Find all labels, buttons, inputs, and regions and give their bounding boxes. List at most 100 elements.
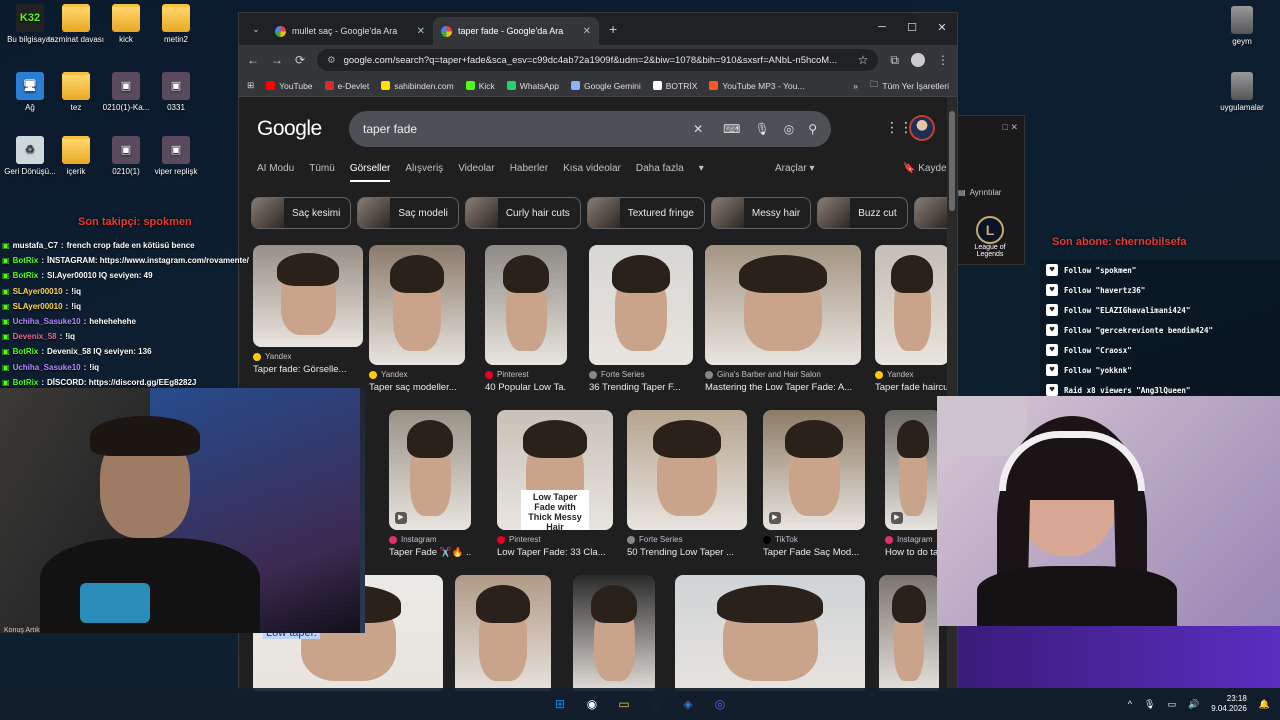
url-field[interactable]: ⚙ google.com/search?q=taper+fade&sca_esv…: [317, 49, 879, 71]
image-result[interactable]: Forte Series 36 Trending Taper F...: [589, 245, 693, 393]
search-input[interactable]: taper fade: [363, 122, 679, 136]
filter-tab[interactable]: AI Modu: [257, 163, 294, 182]
filter-tab[interactable]: Görseller: [349, 163, 391, 182]
desktop-icon[interactable]: ▣ 0331: [146, 72, 206, 113]
lol-shortcut[interactable]: L League of Legends: [970, 216, 1010, 258]
menu-icon[interactable]: ⋮: [937, 53, 949, 67]
result-thumbnail[interactable]: [589, 245, 693, 365]
image-result[interactable]: Yandex Taper saç modeller...: [369, 245, 465, 393]
filter-tab[interactable]: Tümü: [309, 163, 335, 182]
result-thumbnail[interactable]: [573, 575, 655, 691]
image-result[interactable]: [879, 575, 939, 691]
profile-avatar[interactable]: [911, 53, 925, 67]
result-thumbnail[interactable]: [253, 245, 363, 347]
tab-close-icon[interactable]: ✕: [417, 26, 425, 37]
browser-tab[interactable]: taper fade - Google'da Ara ✕: [433, 17, 599, 45]
tab-search-icon[interactable]: ⌄: [245, 18, 267, 40]
extensions-icon[interactable]: ⧉: [890, 53, 899, 68]
related-chip[interactable]: Buzz cut: [817, 197, 908, 229]
result-thumbnail[interactable]: [875, 245, 947, 365]
account-avatar[interactable]: [909, 115, 935, 141]
network-icon[interactable]: ▭: [1167, 699, 1176, 710]
clear-icon[interactable]: ✕: [693, 122, 703, 136]
related-chip[interactable]: Saç modeli: [357, 197, 459, 229]
maximize-button[interactable]: ☐: [897, 13, 927, 41]
image-result[interactable]: YandexTaper fade haircu...: [875, 245, 947, 393]
microphone-icon[interactable]: 🎙: [1144, 699, 1155, 710]
desktop-icon[interactable]: metin2: [146, 4, 206, 45]
bookmark-item[interactable]: YouTube MP3 - You...: [709, 81, 804, 91]
chevron-up-icon[interactable]: ^: [1128, 699, 1132, 709]
image-result[interactable]: ▶ TikTok Taper Fade Saç Mod...: [763, 410, 865, 558]
minimize-button[interactable]: ─: [867, 13, 897, 41]
volume-icon[interactable]: 🔊: [1188, 699, 1199, 710]
back-button[interactable]: ←: [247, 53, 259, 67]
image-result[interactable]: Low Taper Fade with Thick Messy Hair Pint…: [497, 410, 613, 558]
scrollbar-thumb[interactable]: [949, 111, 955, 211]
microphone-icon[interactable]: 🎙: [754, 122, 769, 136]
filter-tab[interactable]: Videolar: [458, 163, 495, 182]
desktop-icon[interactable]: uygulamalar: [1212, 72, 1272, 113]
bookmark-item[interactable]: Google Gemini: [571, 81, 641, 91]
related-chip[interactable]: [913, 197, 947, 229]
obs-icon[interactable]: ◍: [645, 693, 667, 715]
image-result[interactable]: [675, 575, 865, 691]
discord-icon[interactable]: ◎: [709, 693, 731, 715]
image-result[interactable]: [573, 575, 655, 691]
bookmark-item[interactable]: YouTube: [266, 81, 313, 91]
result-thumbnail[interactable]: [455, 575, 551, 691]
image-result[interactable]: ▶ Instagram Taper Fade ✂️🔥 ...: [389, 410, 471, 558]
bookmarks-overflow-icon[interactable]: »: [853, 81, 858, 91]
details-label[interactable]: ▤ Ayrıntılar: [958, 188, 1001, 197]
desktop-icon[interactable]: ▣ viper replişk: [146, 136, 206, 177]
result-thumbnail[interactable]: [675, 575, 865, 691]
tab-close-icon[interactable]: ✕: [583, 26, 591, 37]
result-thumbnail[interactable]: [369, 245, 465, 365]
related-chip[interactable]: Saç kesimi: [251, 197, 352, 229]
browser-tab[interactable]: mullet saç - Google'da Ara ✕: [267, 17, 433, 45]
saved-button[interactable]: 🔖 Kaydedilenler: [903, 163, 947, 174]
result-thumbnail[interactable]: [627, 410, 747, 530]
related-chip[interactable]: Messy hair: [710, 197, 812, 229]
clock[interactable]: 23:18 9.04.2026: [1211, 694, 1247, 714]
google-logo[interactable]: Google: [257, 117, 322, 141]
result-thumbnail[interactable]: [879, 575, 939, 691]
result-thumbnail[interactable]: ▶: [389, 410, 471, 530]
image-result[interactable]: Yandex Taper fade: Görselle...: [253, 245, 363, 375]
search-box[interactable]: taper fade ✕ ⌨ 🎙 ◎ ⚲: [349, 111, 831, 147]
site-info-icon[interactable]: ⚙: [327, 55, 336, 66]
desktop-icon[interactable]: geym: [1212, 6, 1272, 47]
bookmark-item[interactable]: WhatsApp: [506, 81, 559, 91]
all-bookmarks[interactable]: 🗀 Tüm Yer İşaretleri: [870, 79, 949, 93]
reload-button[interactable]: ⟳: [295, 53, 305, 67]
file-explorer-icon[interactable]: ▭: [613, 693, 635, 715]
windows-start-icon[interactable]: ⊞: [549, 693, 571, 715]
keyboard-icon[interactable]: ⌨: [723, 122, 740, 136]
image-result[interactable]: [455, 575, 551, 691]
window-controls[interactable]: □ ✕: [1003, 122, 1018, 133]
bookmark-item[interactable]: Kick: [465, 81, 495, 91]
image-result[interactable]: Forte Series 50 Trending Low Taper ...: [627, 410, 747, 558]
tools-button[interactable]: Araçlar ▾: [775, 163, 815, 174]
filter-tab[interactable]: Daha fazla: [636, 163, 684, 182]
image-result[interactable]: Pinterest 40 Popular Low Ta...: [485, 245, 567, 393]
forward-button[interactable]: →: [271, 53, 283, 67]
result-thumbnail[interactable]: ▶: [885, 410, 941, 530]
close-button[interactable]: ✕: [927, 13, 957, 41]
image-result[interactable]: ▶ Instagram How to do ta...: [885, 410, 941, 558]
bookmark-item[interactable]: e-Devlet: [324, 81, 369, 91]
apps-icon[interactable]: ⊞: [247, 80, 254, 91]
related-chip[interactable]: Curly hair cuts: [464, 197, 581, 229]
new-tab-button[interactable]: +: [609, 21, 617, 37]
result-thumbnail[interactable]: Low Taper Fade with Thick Messy Hair: [497, 410, 613, 530]
result-thumbnail[interactable]: [485, 245, 567, 365]
filter-tab[interactable]: Kısa videolar: [563, 163, 621, 182]
filter-tab[interactable]: Alışveriş: [405, 163, 443, 182]
search-icon[interactable]: ⚲: [808, 122, 817, 136]
chrome-icon[interactable]: ◉: [581, 693, 603, 715]
lens-icon[interactable]: ◎: [784, 122, 794, 136]
notification-icon[interactable]: 🔔: [1259, 699, 1270, 710]
bookmark-item[interactable]: sahibinden.com: [381, 81, 454, 91]
app-icon[interactable]: ◈: [677, 693, 699, 715]
filter-tab[interactable]: Haberler: [510, 163, 548, 182]
